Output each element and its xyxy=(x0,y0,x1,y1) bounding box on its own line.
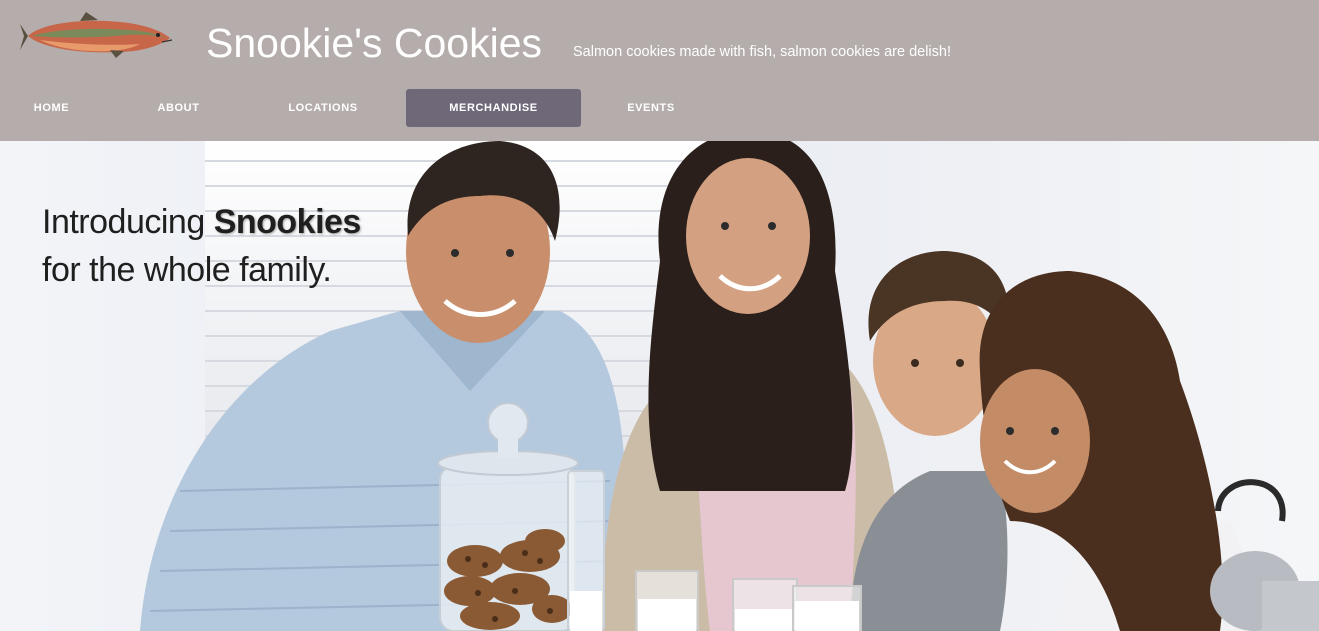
site-tagline: Salmon cookies made with fish, salmon co… xyxy=(573,44,951,60)
hero-headline: Introducing Snookies for the whole famil… xyxy=(42,198,361,294)
nav-locations[interactable]: LOCATIONS xyxy=(268,89,378,127)
hero-line2: for the whole family. xyxy=(42,251,332,289)
main-nav: HOME ABOUT LOCATIONS MERCHANDISE EVENTS xyxy=(0,89,1319,127)
hero-banner: Introducing Snookies for the whole famil… xyxy=(0,141,1319,631)
nav-home[interactable]: HOME xyxy=(14,89,89,127)
site-header: Snookie's Cookies Salmon cookies made wi… xyxy=(0,0,1319,141)
hero-line1-prefix: Introducing xyxy=(42,203,205,241)
site-title: Snookie's Cookies xyxy=(206,20,543,66)
nav-merchandise[interactable]: MERCHANDISE xyxy=(406,89,581,127)
salmon-fish-icon[interactable] xyxy=(20,10,175,60)
nav-about[interactable]: ABOUT xyxy=(140,89,217,127)
hero-line1-brand: Snookies xyxy=(213,203,362,241)
nav-events[interactable]: EVENTS xyxy=(612,89,690,127)
